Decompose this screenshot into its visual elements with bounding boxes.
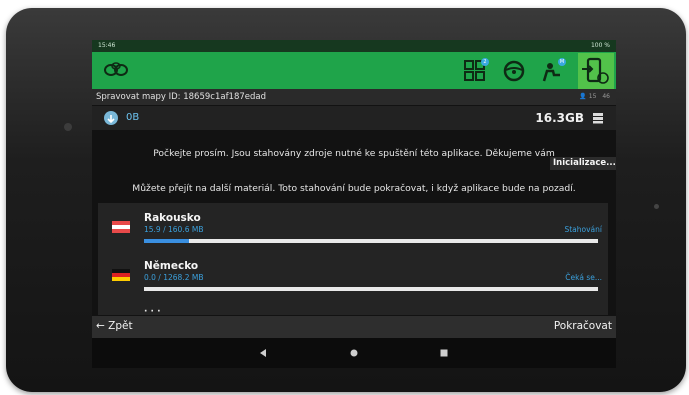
progress-fill	[144, 239, 189, 243]
progress-bar	[144, 239, 598, 243]
sensor	[654, 204, 659, 209]
back-button[interactable]: ← Zpět	[96, 320, 133, 332]
wait-message: Počkejte prosím. Jsou stahovány zdroje n…	[153, 148, 555, 159]
status-time: 15:46	[98, 42, 116, 49]
country-name: Německo	[144, 260, 199, 272]
person-icon: 👤	[579, 93, 587, 100]
country-name: Rakousko	[144, 212, 201, 224]
continue-button[interactable]: Pokračovat	[554, 320, 612, 332]
share-button[interactable]: M	[538, 57, 566, 85]
login-button[interactable]	[578, 53, 614, 89]
list-item[interactable]: Německo 0.0 / 1268.2 MB Čeká se...	[98, 255, 608, 303]
app-screen: 15:46 100 % 2 M Spravovat mapy ID: 18659…	[92, 40, 616, 368]
storage-row: 0B 16.3GB	[92, 106, 616, 130]
download-list[interactable]: Rakousko 15.9 / 160.6 MB Stahování Němec…	[98, 203, 608, 315]
header-clock: 👤 15 46	[579, 93, 610, 100]
front-camera	[64, 123, 72, 131]
download-size: 0.0 / 1268.2 MB	[144, 273, 204, 282]
next-item-peek: · · ·	[144, 307, 161, 315]
nav-back-icon[interactable]	[258, 348, 268, 358]
clock-hour: 15	[588, 93, 597, 100]
list-item[interactable]: Rakousko 15.9 / 160.6 MB Stahování	[98, 207, 608, 255]
app-bar: 2 M	[92, 52, 616, 89]
login-device-icon	[582, 57, 609, 84]
download-status: Čeká se...	[565, 273, 602, 282]
bottom-action-bar: ← Zpět Pokračovat	[92, 316, 616, 338]
germany-flag-icon	[112, 269, 130, 281]
page-title: Spravovat mapy ID: 18659c1af187edad	[96, 92, 267, 102]
battery-level: 100 %	[590, 42, 610, 49]
progress-bar	[144, 287, 598, 291]
steering-button[interactable]	[500, 57, 528, 85]
clock-minute: 46	[602, 93, 610, 100]
system-nav-bar	[92, 338, 616, 368]
steering-wheel-icon	[503, 60, 525, 82]
maps-badge: 2	[481, 58, 489, 66]
nav-recents-icon[interactable]	[439, 348, 449, 358]
austria-flag-icon	[112, 221, 130, 233]
download-status: Stahování	[564, 225, 602, 234]
free-space: 16.3GB	[535, 111, 584, 125]
maps-download-button[interactable]: 2	[461, 57, 489, 85]
app-logo-icon	[104, 62, 128, 76]
download-circle-icon	[104, 111, 118, 125]
nav-home-icon[interactable]	[349, 348, 359, 358]
page-header: Spravovat mapy ID: 18659c1af187edad 👤 15…	[92, 89, 616, 105]
download-size: 15.9 / 160.6 MB	[144, 225, 204, 234]
database-icon	[593, 113, 603, 124]
status-bar: 15:46 100 %	[92, 40, 616, 52]
share-badge: M	[558, 58, 566, 66]
background-message: Můžete přejít na další materiál. Toto st…	[132, 183, 576, 194]
init-status: Inicializace...	[550, 157, 616, 170]
downloaded-size: 0B	[126, 112, 140, 123]
